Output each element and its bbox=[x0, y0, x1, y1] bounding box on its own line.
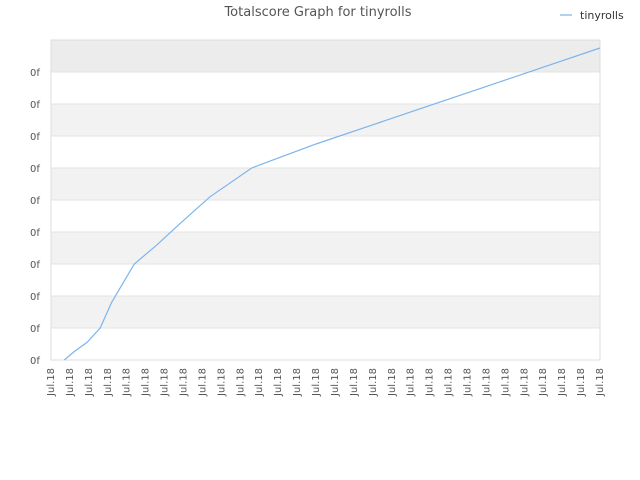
grid-band bbox=[51, 168, 600, 200]
chart: 0f0f0f0f0f0f0f0f0f0f Jul.18 Jul.18 Jul.18 J… bbox=[30, 5, 624, 397]
x-tick-label: Jul.18 bbox=[406, 368, 417, 397]
x-tick-label: Jul.18 bbox=[368, 368, 379, 397]
grid-band bbox=[51, 40, 600, 72]
x-tick-label: Jul.18 bbox=[462, 368, 473, 397]
x-tick-label: Jul.18 bbox=[235, 368, 246, 397]
x-tick-label: Jul.18 bbox=[292, 368, 303, 397]
y-tick-label: 0f bbox=[30, 164, 40, 175]
x-tick-label: Jul.18 bbox=[425, 368, 436, 397]
x-tick-label: Jul.18 bbox=[500, 368, 511, 397]
y-tick-label: 0f bbox=[30, 324, 40, 335]
y-tick-label: 0f bbox=[30, 100, 40, 111]
y-tick-label: 0f bbox=[30, 132, 40, 143]
x-tick-label: Jul.18 bbox=[46, 368, 57, 397]
x-tick-label: Jul.18 bbox=[84, 368, 95, 397]
y-tick-label: 0f bbox=[30, 68, 40, 79]
x-tick-label: Jul.18 bbox=[519, 368, 530, 397]
x-tick-label: Jul.18 bbox=[254, 368, 265, 397]
grid-band bbox=[51, 232, 600, 264]
grid-band bbox=[51, 264, 600, 296]
x-tick-label: Jul.18 bbox=[103, 368, 114, 397]
y-tick-label: 0f bbox=[30, 292, 40, 303]
x-tick-label: Jul.18 bbox=[65, 368, 76, 397]
y-tick-label: 0f bbox=[30, 196, 40, 207]
x-tick-label: Jul.18 bbox=[122, 368, 133, 397]
x-tick-label: Jul.18 bbox=[595, 368, 606, 397]
y-tick-label: 0f bbox=[30, 228, 40, 239]
x-tick-label: Jul.18 bbox=[481, 368, 492, 397]
x-axis-ticks: Jul.18 Jul.18 Jul.18 Jul.18 Jul.18 Jul.18 Jul.… bbox=[46, 368, 606, 397]
legend: tinyrolls bbox=[560, 9, 624, 22]
grid-band bbox=[51, 200, 600, 232]
x-tick-label: Jul.18 bbox=[387, 368, 398, 397]
grid-band bbox=[51, 296, 600, 328]
chart-title: Totalscore Graph for tinyrolls bbox=[223, 5, 411, 20]
x-tick-label: Jul.18 bbox=[444, 368, 455, 397]
y-axis-ticks: 0f 0f 0f 0f 0f 0f 0f 0f 0f 0f bbox=[30, 68, 40, 367]
x-tick-label: Jul.18 bbox=[576, 368, 587, 397]
x-tick-label: Jul.18 bbox=[273, 368, 284, 397]
x-tick-label: Jul.18 bbox=[160, 368, 171, 397]
x-tick-label: Jul.18 bbox=[141, 368, 152, 397]
x-tick-label: Jul.18 bbox=[349, 368, 360, 397]
grid-band bbox=[51, 72, 600, 104]
legend-label: tinyrolls bbox=[580, 9, 624, 22]
x-tick-label: Jul.18 bbox=[311, 368, 322, 397]
x-tick-label: Jul.18 bbox=[538, 368, 549, 397]
x-tick-label: Jul.18 bbox=[216, 368, 227, 397]
x-tick-label: Jul.18 bbox=[557, 368, 568, 397]
x-tick-label: Jul.18 bbox=[330, 368, 341, 397]
grid-band bbox=[51, 328, 600, 360]
y-tick-label: 0f bbox=[30, 260, 40, 271]
x-tick-label: Jul.18 bbox=[197, 368, 208, 397]
y-tick-label: 0f bbox=[30, 356, 40, 367]
grid-band bbox=[51, 104, 600, 136]
x-tick-label: Jul.18 bbox=[179, 368, 190, 397]
